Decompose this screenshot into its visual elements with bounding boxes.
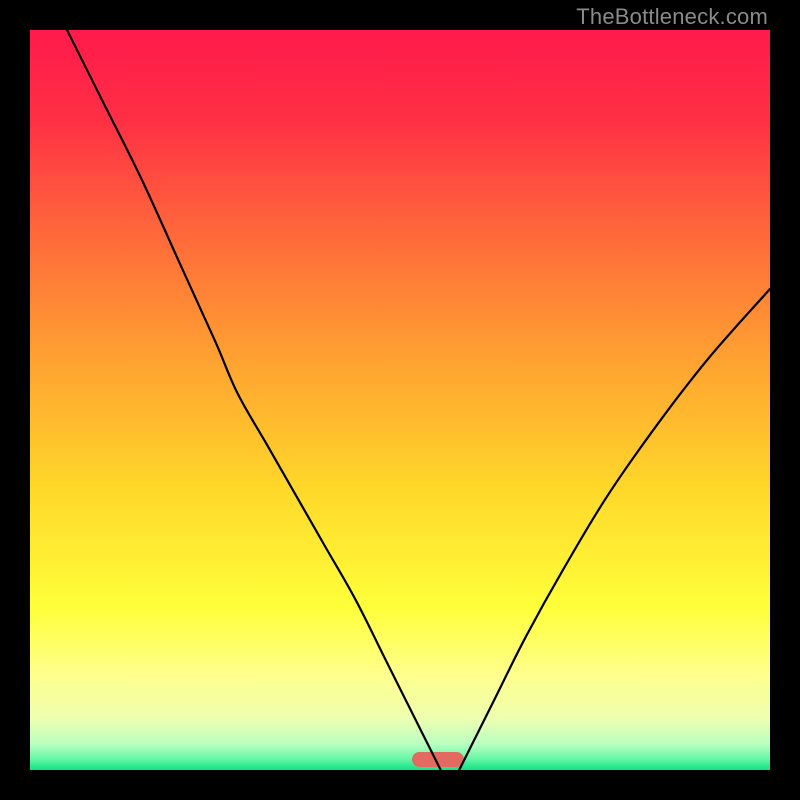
watermark-text: TheBottleneck.com <box>576 4 768 30</box>
curve-right-path <box>459 289 770 770</box>
curve-left-path <box>67 30 441 770</box>
bottleneck-curve <box>30 30 770 770</box>
chart-frame: TheBottleneck.com <box>0 0 800 800</box>
plot-area <box>30 30 770 770</box>
